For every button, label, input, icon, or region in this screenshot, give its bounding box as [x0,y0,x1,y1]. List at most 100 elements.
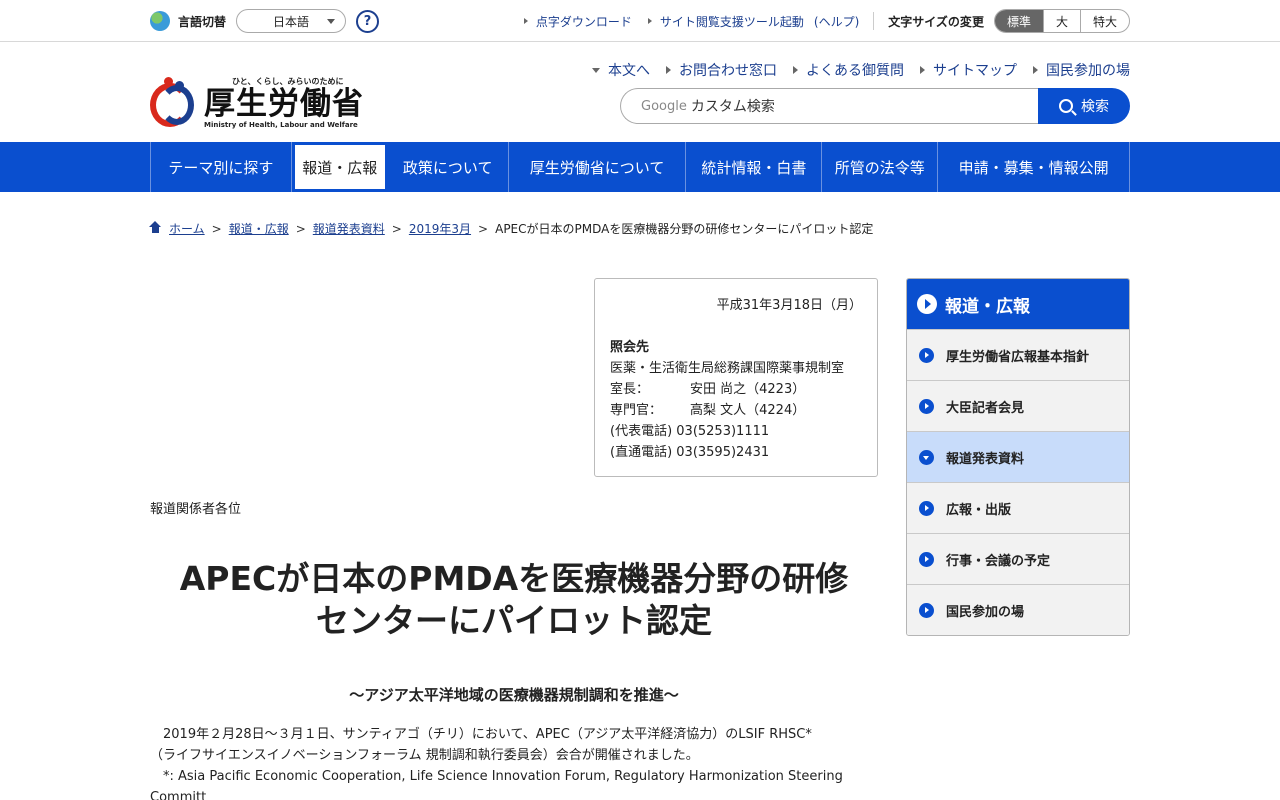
breadcrumb: ホーム > 報道・広報 > 報道発表資料 > 2019年3月 > APECが日本… [149,220,874,237]
side-item-label: 行事・会議の予定 [946,553,1051,569]
breadcrumb-month[interactable]: 2019年3月 [409,220,471,237]
side-item-press-releases[interactable]: 報道発表資料 [907,431,1129,482]
arrow-circle-down-icon [919,449,934,465]
breadcrumb-press[interactable]: 報道・広報 [229,220,289,237]
nav-about[interactable]: 厚生労働省について [509,142,687,192]
side-item-publications[interactable]: 広報・出版 [907,482,1129,533]
arrow-right-icon [666,66,671,74]
nav-applications[interactable]: 申請・募集・情報公開 [938,142,1130,192]
page-title-line: APECが日本のPMDAを医療機器分野の研修 [179,559,849,598]
contact-role: 専門官： [610,403,663,418]
nav-laws[interactable]: 所管の法令等 [822,142,939,192]
header-links: 本文へ お問合わせ窓口 よくある御質問 サイトマップ 国民参加の場 [576,60,1130,80]
braille-download-link[interactable]: 点字ダウンロード [536,13,632,30]
arrow-down-icon [592,67,600,73]
faq-link[interactable]: よくある御質問 [793,60,904,80]
accessibility-tool-link[interactable]: サイト閲覧支援ツール起動 [660,13,804,30]
nav-statistics[interactable]: 統計情報・白書 [686,142,823,192]
side-item-press-conference[interactable]: 大臣記者会見 [907,380,1129,431]
page-title-line: センターにパイロット認定 [316,601,712,640]
nav-policy[interactable]: 政策について [388,142,509,192]
utility-bar: 言語切替 日本語 ? 点字ダウンロード サイト閲覧支援ツール起動 (ヘルプ) 文… [0,0,1280,42]
body-line: 2019年２月28日～３月１日、サンティアゴ（チリ）において、APEC（アジア太… [150,727,812,742]
logo-english: Ministry of Health, Labour and Welfare [204,121,358,129]
help-icon: ? [363,13,372,29]
contact-box: 平成31年3月18日（月） 照会先 医薬・生活衛生局総務課国際薬事規制室 室長：… [594,278,878,477]
search-icon [1059,99,1073,113]
side-item-label: 広報・出版 [946,502,1012,518]
arrow-right-icon [647,18,652,24]
font-size-switcher: 標準 大 特大 [993,9,1130,33]
release-date: 平成31年3月18日（月） [716,298,862,313]
arrow-circle-icon [919,347,934,363]
arrow-circle-icon [919,551,934,567]
link-label: 本文へ [608,63,650,79]
contact-row: 室長： 安田 尚之（4223） [610,379,862,400]
side-item-label: 報道発表資料 [946,451,1025,467]
arrow-circle-icon [917,294,937,314]
skip-to-content-link[interactable]: 本文へ [592,60,650,80]
font-size-xlarge-button[interactable]: 特大 [1079,10,1129,32]
arrow-right-icon [1033,66,1038,74]
language-select[interactable]: 日本語 [236,9,347,33]
body-line: （ライフサイエンスイノベーションフォーラム 規制調和執行委員会）会合が開催されま… [150,748,699,763]
font-size-label: 文字サイズの変更 [888,14,984,29]
contact-link[interactable]: お問合わせ窓口 [666,60,777,80]
contact-row: 専門官： 高梨 文人（4224） [610,400,862,421]
link-label: お問合わせ窓口 [679,63,777,79]
search-input[interactable]: Google カスタム検索 [620,88,1038,124]
site-header: ひと、くらし、みらいのために 厚生労働省 Ministry of Health,… [0,42,1280,142]
breadcrumb-press-releases[interactable]: 報道発表資料 [313,220,385,237]
home-icon [149,220,161,234]
arrow-right-icon [793,66,798,74]
link-label: よくある御質問 [806,63,904,79]
link-label: 国民参加の場 [1046,63,1130,79]
divider [873,12,875,30]
search-button-label: 検索 [1081,99,1109,115]
accessibility-help-link[interactable]: (ヘルプ) [814,13,859,30]
font-size-large-button[interactable]: 大 [1042,10,1080,32]
public-participation-link[interactable]: 国民参加の場 [1033,60,1130,80]
nav-press[interactable]: 報道・広報 [291,142,388,192]
font-size-standard-button[interactable]: 標準 [994,10,1043,32]
mhlw-logo-icon [150,77,198,129]
link-label: サイトマップ [933,63,1017,79]
language-label: 言語切替 [178,14,227,29]
logo-name: 厚生労働省 [204,86,364,122]
contact-role: 室長： [610,382,650,397]
breadcrumb-current: APECが日本のPMDAを医療機器分野の研修センターにパイロット認定 [495,222,874,236]
side-item-public-participation[interactable]: 国民参加の場 [907,584,1129,635]
breadcrumb-separator: > [295,221,306,236]
search-button[interactable]: 検索 [1038,88,1130,124]
contact-tel-direct: (直通電話) 03(3595)2431 [610,445,770,460]
sitemap-link[interactable]: サイトマップ [920,60,1017,80]
side-item-label: 国民参加の場 [946,604,1025,620]
side-nav-title[interactable]: 報道・広報 [907,279,1129,329]
nav-theme[interactable]: テーマ別に探す [151,142,292,192]
side-item-events[interactable]: 行事・会議の予定 [907,533,1129,584]
footnote-line: *: Asia Pacific Economic Cooperation, Li… [150,769,843,800]
global-nav: テーマ別に探す 報道・広報 政策について 厚生労働省について 統計情報・白書 所… [0,142,1280,192]
addressee: 報道関係者各位 [150,502,242,517]
arrow-circle-icon [919,398,934,414]
side-nav-title-label: 報道・広報 [945,296,1030,317]
side-item-label: 大臣記者会見 [946,400,1025,416]
arrow-circle-icon [919,602,934,618]
search-placeholder: カスタム検索 [690,99,775,115]
article-body: 2019年２月28日～３月１日、サンティアゴ（チリ）において、APEC（アジア太… [150,724,878,800]
side-item-pr-policy[interactable]: 厚生労働省広報基本指針 [907,329,1129,380]
contact-person: 安田 尚之（4223） [690,382,806,397]
contact-tel-main: (代表電話) 03(5253)1111 [610,424,770,439]
chevron-down-icon [327,19,336,24]
contact-title: 照会先 [610,340,650,355]
contact-person: 高梨 文人（4224） [690,403,806,418]
arrow-circle-icon [919,500,934,516]
help-button[interactable]: ? [356,9,380,33]
page-subtitle: ～アジア太平洋地域の医療機器規制調和を推進～ [349,686,679,704]
site-logo[interactable]: ひと、くらし、みらいのために 厚生労働省 Ministry of Health,… [150,76,364,129]
globe-icon [150,11,170,31]
breadcrumb-home[interactable]: ホーム [169,220,205,237]
google-brand: Google [641,98,687,114]
breadcrumb-separator: > [211,221,222,236]
arrow-right-icon [920,66,925,74]
